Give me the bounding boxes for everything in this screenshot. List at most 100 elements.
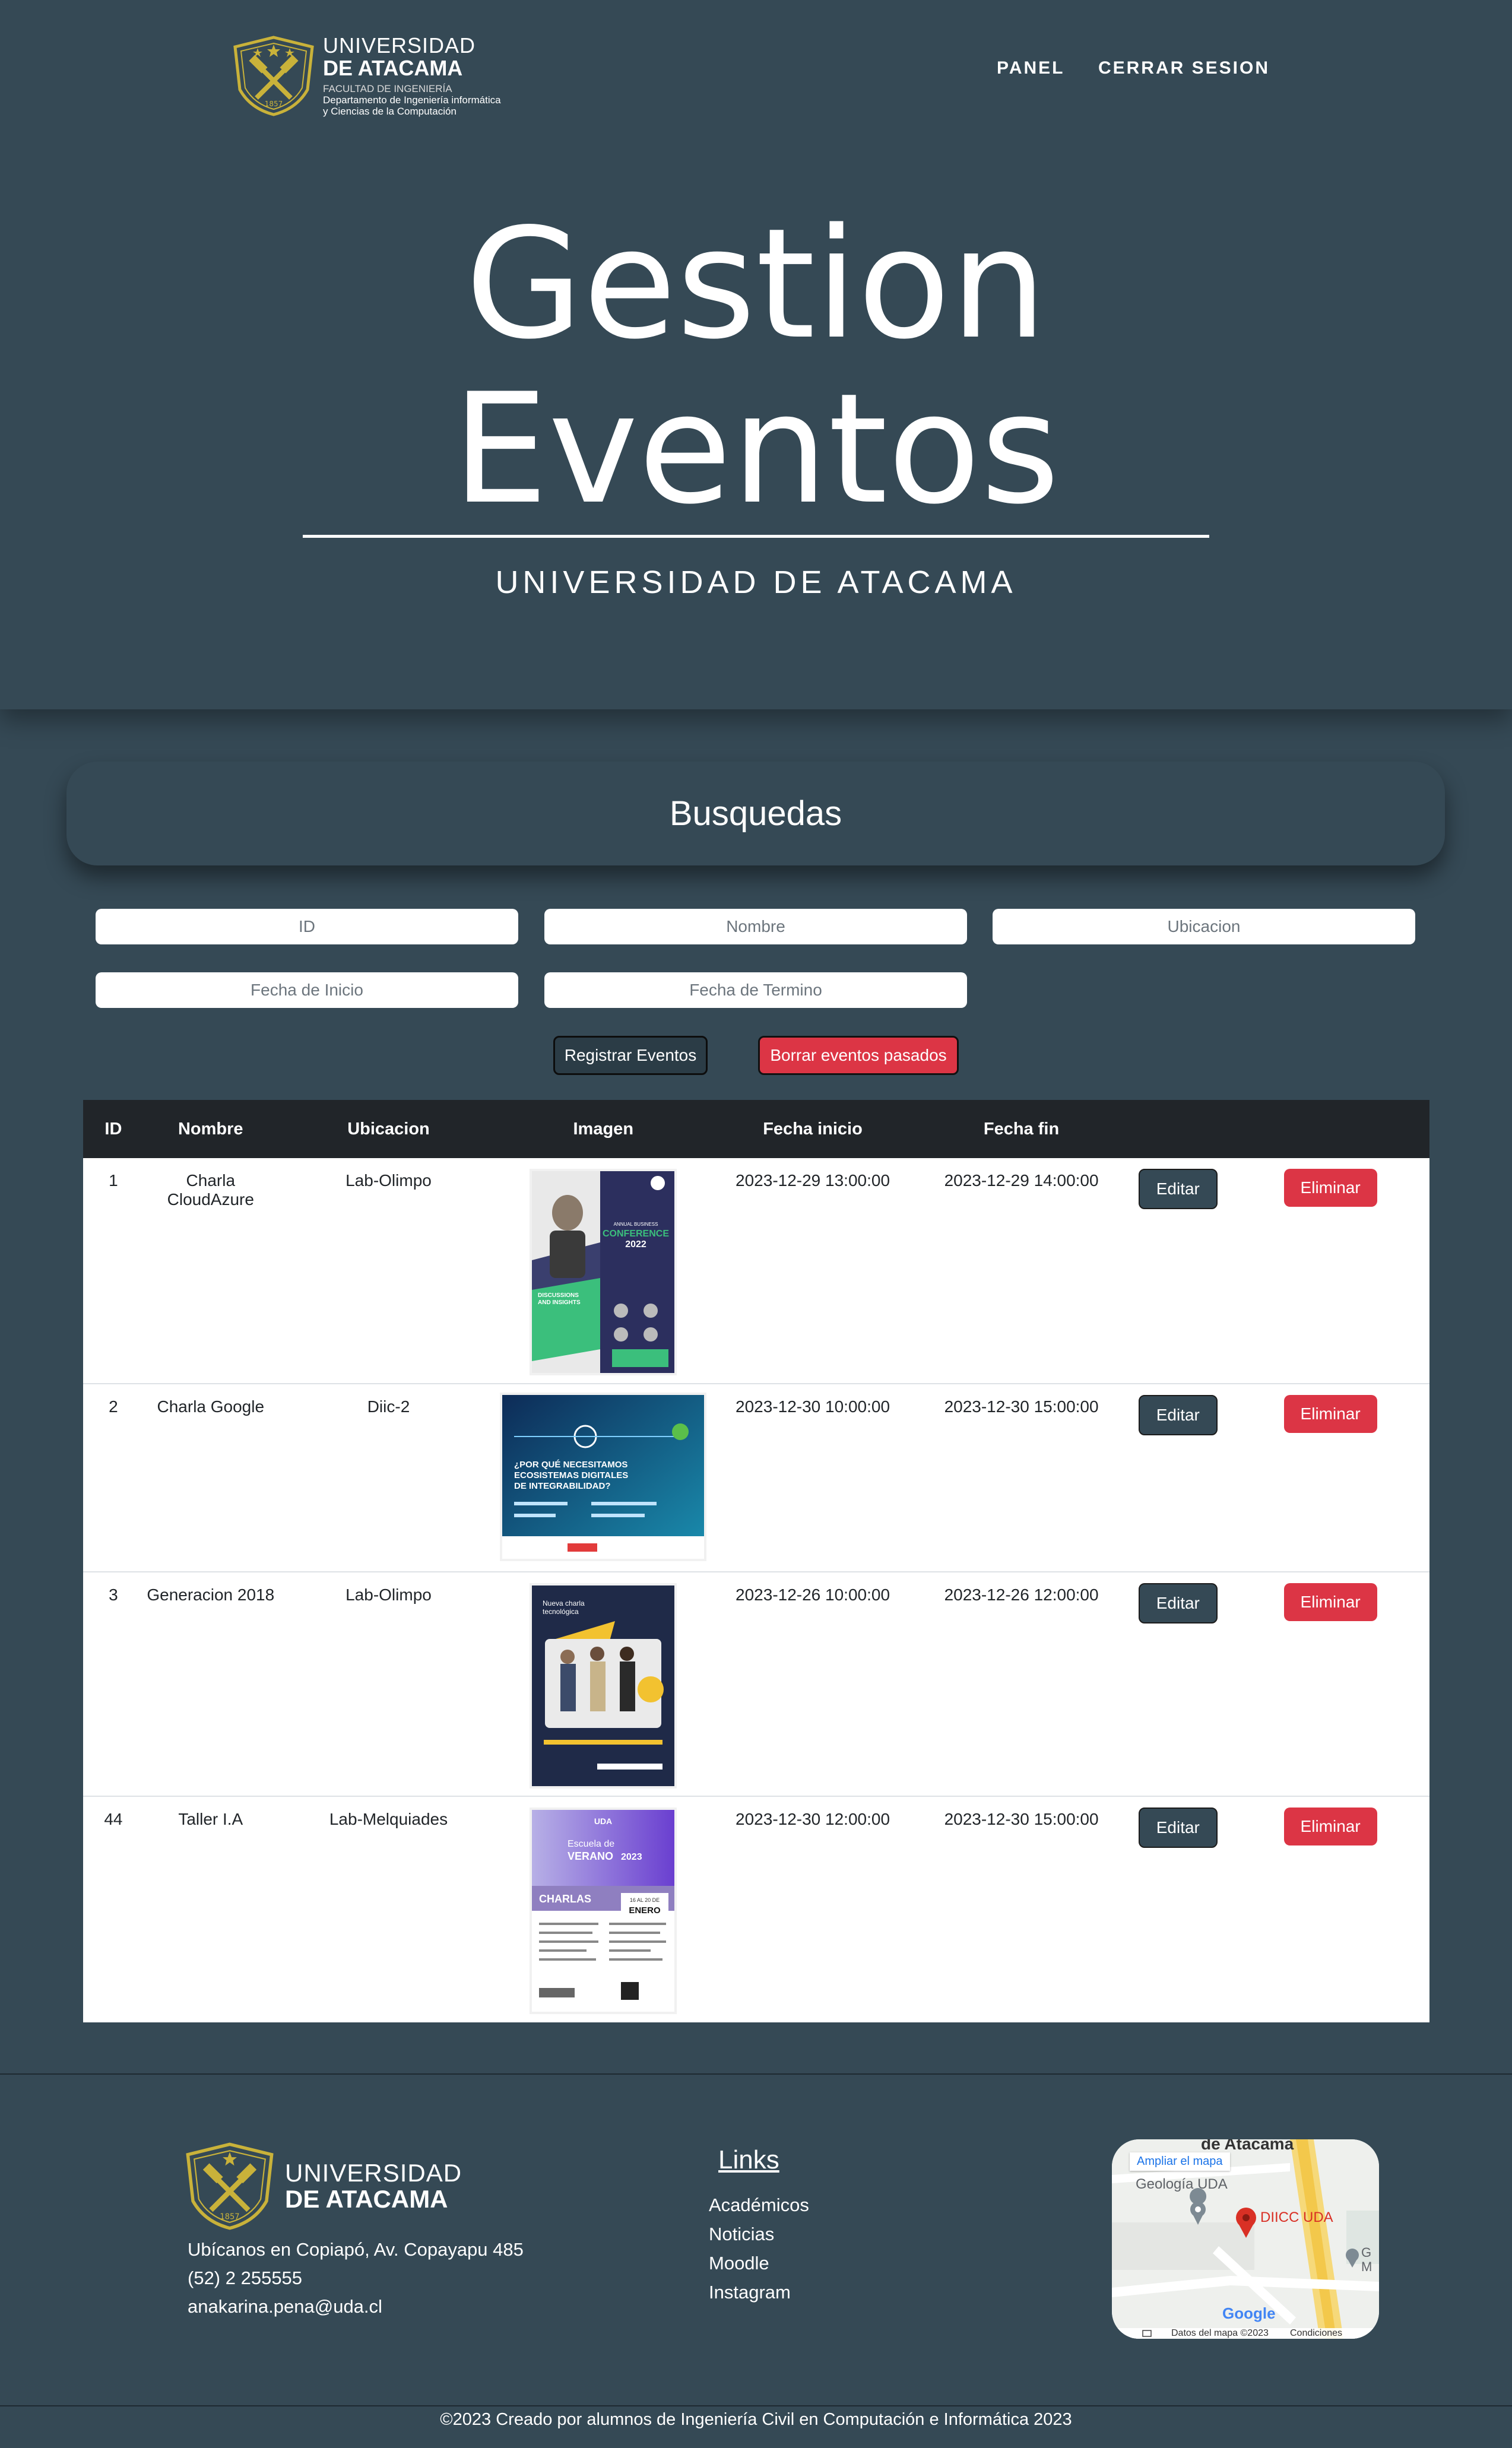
university-seal-icon: 1857 — [233, 35, 314, 116]
delete-button[interactable]: Eliminar — [1283, 1583, 1377, 1621]
edit-button[interactable]: Editar — [1138, 1583, 1218, 1623]
location-map[interactable]: de Atacama Ampliar el mapa Geología UDA … — [1112, 2139, 1379, 2339]
footer-contact: Ubícanos en Copiapó, Av. Copayapu 485 (5… — [188, 2235, 524, 2321]
logo-line-atacama: DE ATACAMA — [323, 56, 463, 80]
logo-line-ciencias: y Ciencias de la Computación — [323, 106, 457, 117]
logo-line-universidad: UNIVERSIDAD — [323, 33, 476, 58]
footer-link-academicos[interactable]: Académicos — [709, 2190, 809, 2219]
table-row: 3 Generacion 2018 Lab-Olimpo Nueva charl… — [83, 1572, 1429, 1797]
footer-logo-line1: UNIVERSIDAD — [285, 2159, 462, 2187]
poster-text: Nueva charla — [543, 1599, 585, 1607]
poster-text: 2023 — [621, 1852, 642, 1862]
footer-links: Links Académicos Noticias Moodle Instagr… — [709, 2145, 809, 2307]
copyright-text: ©2023 Creado por alumnos de Ingeniería C… — [440, 2410, 1072, 2429]
cell-fecha-fin: 2023-12-26 12:00:00 — [918, 1572, 1125, 1797]
search-fecha-inicio-input[interactable] — [96, 972, 518, 1008]
poster-text: ¿POR QUÉ NECESITAMOS — [514, 1460, 627, 1470]
logo-line-facultad: FACULTAD DE INGENIERÍA — [323, 83, 452, 94]
poster-text: UDA — [594, 1816, 612, 1826]
column-header-id: ID — [83, 1100, 144, 1158]
cell-fecha-inicio: 2023-12-30 10:00:00 — [707, 1384, 918, 1572]
column-header-edit — [1124, 1100, 1232, 1158]
cell-nombre: Charla Google — [143, 1384, 278, 1572]
search-ubicacion-input[interactable] — [993, 909, 1415, 944]
poster-text: DISCUSSIONS — [538, 1292, 579, 1299]
table-row: 1 Charla CloudAzure Lab-Olimpo ANNUAL BU… — [83, 1158, 1429, 1384]
register-events-button[interactable]: Registrar Eventos — [553, 1036, 708, 1075]
search-id-input[interactable] — [96, 909, 518, 944]
map-google-brand: Google — [1222, 2304, 1276, 2322]
nav-logout-link[interactable]: CERRAR SESION — [1098, 58, 1270, 78]
search-card: Busquedas — [66, 762, 1445, 865]
poster-text: CHARLAS — [539, 1893, 591, 1905]
table-row: 2 Charla Google Diic-2 ¿POR QUÉ NECESITA… — [83, 1384, 1429, 1572]
cell-fecha-inicio: 2023-12-29 13:00:00 — [707, 1158, 918, 1384]
cell-ubicacion: Lab-Olimpo — [277, 1572, 500, 1797]
cell-fecha-inicio: 2023-12-30 12:00:00 — [736, 1810, 890, 1828]
poster-graphic: Nueva charla tecnológica — [532, 1586, 675, 1786]
page-subtitle: UNIVERSIDAD DE ATACAMA — [495, 565, 1017, 600]
poster-text: AND INSIGHTS — [538, 1299, 581, 1306]
events-table: ID Nombre Ubicacion Imagen Fecha inicio … — [83, 1100, 1429, 2022]
event-poster-image: ¿POR QUÉ NECESITAMOS ECOSISTEMAS DIGITAL… — [500, 1393, 707, 1561]
cell-nombre: Charla CloudAzure — [143, 1158, 278, 1384]
cell-fecha-fin: 2023-12-29 14:00:00 — [918, 1158, 1125, 1384]
hero-section: 1857 UNIVERSIDAD DE ATACAMA FACULTAD DE … — [0, 0, 1512, 709]
nav-panel-link[interactable]: PANEL — [997, 58, 1064, 78]
delete-button[interactable]: Eliminar — [1283, 1169, 1377, 1207]
poster-text: DE INTEGRABILIDAD? — [514, 1481, 611, 1491]
map-enlarge-link[interactable]: Ampliar el mapa — [1130, 2152, 1230, 2171]
footer-link-instagram[interactable]: Instagram — [709, 2278, 809, 2307]
search-fecha-termino-input[interactable] — [544, 972, 967, 1008]
map-terms-link[interactable]: Condiciones — [1290, 2328, 1342, 2339]
edit-button[interactable]: Editar — [1138, 1808, 1218, 1848]
page-title: Gestion Eventos — [0, 202, 1512, 532]
edit-button[interactable]: Editar — [1138, 1169, 1218, 1209]
copyright-divider — [0, 2405, 1512, 2406]
table-header-row: ID Nombre Ubicacion Imagen Fecha inicio … — [83, 1100, 1429, 1158]
footer-link-moodle[interactable]: Moodle — [709, 2249, 809, 2278]
cell-imagen: ANNUAL BUSINESS CONFERENCE 2022 DISCUSSI… — [499, 1158, 708, 1384]
poster-text: ENERO — [629, 1905, 661, 1916]
cell-nombre: Generacion 2018 — [143, 1572, 278, 1797]
poster-text: 16 AL 20 DE — [630, 1897, 660, 1903]
cell-imagen: ¿POR QUÉ NECESITAMOS ECOSISTEMAS DIGITAL… — [499, 1384, 708, 1572]
poster-text: CONFERENCE — [603, 1229, 669, 1239]
event-poster-image: Nueva charla tecnológica — [530, 1583, 677, 1789]
cell-id: 44 — [104, 1810, 123, 1828]
main-nav: PANEL CERRAR SESION — [966, 58, 1270, 78]
poster-graphic: ANNUAL BUSINESS CONFERENCE 2022 DISCUSSI… — [532, 1171, 675, 1373]
cell-ubicacion: Lab-Olimpo — [277, 1158, 500, 1384]
logo-line-departamento: Departamento de Ingeniería informática — [323, 94, 501, 106]
university-seal-icon: 1857 — [186, 2142, 274, 2230]
delete-button[interactable]: Eliminar — [1283, 1395, 1377, 1433]
footer-logo[interactable]: 1857 UNIVERSIDAD DE ATACAMA — [183, 2142, 462, 2231]
delete-past-events-button[interactable]: Borrar eventos pasados — [758, 1036, 959, 1075]
event-poster-image: UDA Escuela de VERANO 2023 CHARLAS 16 AL… — [530, 1808, 677, 2014]
cell-id: 2 — [83, 1384, 144, 1572]
page-title-line2: Eventos — [452, 361, 1060, 538]
column-header-delete — [1231, 1100, 1429, 1158]
column-header-fecha-fin: Fecha fin — [918, 1100, 1125, 1158]
cell-fecha-fin: 2023-12-30 15:00:00 — [944, 1810, 1099, 1828]
cell-fecha-inicio: 2023-12-26 10:00:00 — [707, 1572, 918, 1797]
svg-text:1857: 1857 — [265, 100, 283, 108]
table-row: 44 Taller I.A Lab-Melquiades UDA Escuela… — [83, 1796, 1429, 2022]
poster-text: ANNUAL BUSINESS — [614, 1222, 658, 1227]
poster-text: VERANO — [568, 1850, 613, 1862]
university-logo[interactable]: 1857 UNIVERSIDAD DE ATACAMA FACULTAD DE … — [232, 34, 501, 117]
map-place-g: G — [1361, 2245, 1372, 2260]
footer-email[interactable]: anakarina.pena@uda.cl — [188, 2292, 524, 2321]
edit-button[interactable]: Editar — [1138, 1395, 1218, 1435]
footer-link-noticias[interactable]: Noticias — [709, 2219, 809, 2249]
delete-button[interactable]: Eliminar — [1283, 1808, 1377, 1845]
cell-id: 1 — [83, 1158, 144, 1384]
search-nombre-input[interactable] — [544, 909, 967, 944]
map-place-geologia: Geología UDA — [1136, 2176, 1228, 2192]
footer-divider — [0, 2073, 1512, 2075]
cell-imagen: UDA Escuela de VERANO 2023 CHARLAS 16 AL… — [499, 1796, 707, 2022]
event-poster-image: ANNUAL BUSINESS CONFERENCE 2022 DISCUSSI… — [530, 1169, 677, 1375]
cell-id: 3 — [83, 1572, 144, 1797]
page-title-line1: Gestion — [465, 196, 1047, 373]
poster-graphic: ¿POR QUÉ NECESITAMOS ECOSISTEMAS DIGITAL… — [502, 1395, 705, 1559]
